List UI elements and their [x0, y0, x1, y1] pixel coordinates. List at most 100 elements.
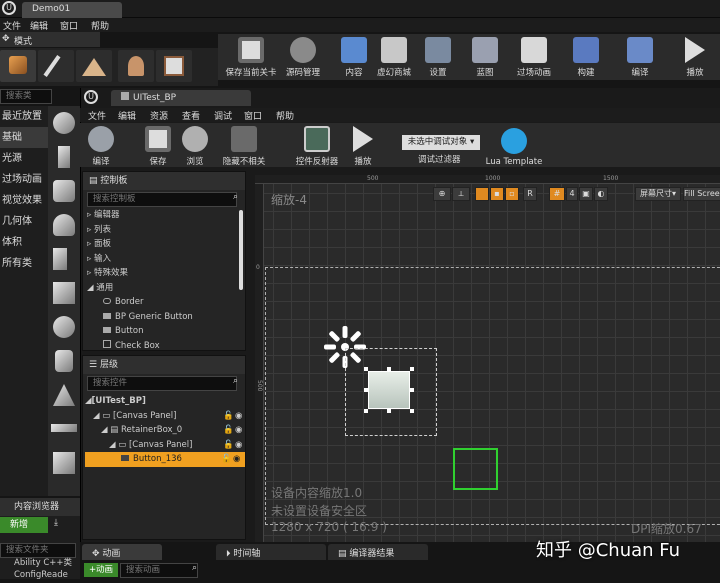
geometry-mode-icon[interactable] [156, 50, 192, 82]
selected-button-widget[interactable] [368, 371, 410, 409]
umg-play-button[interactable]: 播放 [348, 123, 378, 167]
preview-image-icon[interactable]: ▣ [579, 187, 593, 201]
visibility-eye-icon[interactable]: ◉ [233, 452, 240, 467]
compile-button[interactable]: 编译 [626, 34, 654, 78]
tab-compiler-results[interactable]: ▤ 编译器结果 [328, 544, 428, 560]
palette-category[interactable]: ◢ 通用 [87, 281, 237, 296]
palette-item[interactable]: Check Box [87, 339, 237, 354]
screen-size-dropdown[interactable]: 屏幕尺寸▾ [635, 187, 681, 201]
widget-reflector-button[interactable]: 控件反射器 [294, 123, 340, 167]
category-volumes[interactable]: 体积 [0, 232, 48, 253]
resize-handle[interactable] [387, 409, 391, 413]
cube-actor-icon[interactable] [53, 112, 75, 134]
plane-actor-icon[interactable] [51, 424, 77, 432]
fill-screen-dropdown[interactable]: Fill Screen [683, 187, 720, 201]
play-button[interactable]: 播放 [680, 34, 710, 78]
build-button[interactable]: 构建 [572, 34, 600, 78]
landscape-mode-icon[interactable] [76, 50, 112, 82]
trigger-box-icon[interactable] [53, 452, 75, 474]
paint-mode-icon[interactable] [38, 50, 74, 82]
resize-handle[interactable] [410, 367, 414, 371]
lua-template-button[interactable]: Lua Template [484, 123, 544, 167]
select-mode-icon[interactable]: ⊕ [433, 187, 451, 201]
umg-menu-help[interactable]: 帮助 [276, 109, 294, 122]
tree-node-root[interactable]: ◢[UITest_BP] [85, 394, 245, 409]
category-lights[interactable]: 光源 [0, 148, 48, 169]
project-tab[interactable]: Demo01 [22, 2, 122, 18]
box-actor-icon[interactable] [53, 282, 75, 304]
resize-handle[interactable] [410, 409, 414, 413]
tree-node-canvas-panel[interactable]: ◢ ▭ [Canvas Panel] 🔓 ◉ [85, 409, 245, 424]
tree-node-button-selected[interactable]: Button_136 🔓 ◉ [85, 452, 245, 467]
lock-icon[interactable]: 🔓 [223, 438, 234, 453]
menu-help[interactable]: 帮助 [91, 19, 109, 32]
umg-menu-asset[interactable]: 资源 [150, 109, 168, 122]
animation-search-input[interactable]: 搜索动画 [120, 563, 198, 578]
lock-snap-icon[interactable]: ▪ [490, 187, 504, 201]
save-level-button[interactable]: 保存当前关卡 [222, 34, 280, 78]
umg-browse-button[interactable]: 浏览 [180, 123, 210, 167]
point-light-icon[interactable] [53, 214, 75, 236]
cylinder-actor-icon[interactable] [55, 350, 73, 372]
content-item[interactable]: ConfigReade [14, 568, 80, 583]
modes-search-input[interactable]: 搜索类 [0, 89, 52, 104]
category-cinematic[interactable]: 过场动画 [0, 169, 48, 190]
import-icon[interactable]: ⤓ [54, 518, 68, 532]
hide-unrelated-button[interactable]: 隐藏不相关 [222, 123, 266, 167]
category-recent[interactable]: 最近放置 [0, 106, 48, 127]
umg-menu-file[interactable]: 文件 [88, 109, 106, 122]
umg-menu-debug[interactable]: 调试 [214, 109, 232, 122]
localization-icon[interactable]: ◐ [594, 187, 608, 201]
tree-node-canvas-panel[interactable]: ◢ ▭ [Canvas Panel] 🔓 ◉ [85, 438, 245, 453]
green-outline-widget[interactable] [453, 448, 498, 490]
marketplace-button[interactable]: 虚幻商城 [374, 34, 414, 78]
transform-mode-icon[interactable]: ⟂ [452, 187, 470, 201]
menu-window[interactable]: 窗口 [60, 19, 78, 32]
tab-animations[interactable]: ✥ 动画 [82, 544, 162, 560]
menu-edit[interactable]: 编辑 [30, 19, 48, 32]
new-button[interactable]: 新增 [0, 517, 48, 533]
category-basic[interactable]: 基础 [0, 127, 48, 148]
visibility-eye-icon[interactable]: ◉ [235, 438, 242, 453]
lock-icon[interactable]: 🔓 [221, 452, 232, 467]
player-start-icon[interactable] [53, 248, 67, 270]
resize-handle[interactable] [364, 367, 368, 371]
grid-snap-icon[interactable] [475, 187, 489, 201]
category-visual-effects[interactable]: 视觉效果 [0, 190, 48, 211]
umg-save-button[interactable]: 保存 [144, 123, 172, 167]
resize-handle[interactable] [364, 388, 368, 392]
resize-handle[interactable] [364, 409, 368, 413]
foliage-mode-icon[interactable] [118, 50, 154, 82]
palette-category[interactable]: ▹ 面板 [87, 237, 237, 252]
respect-locks-button[interactable]: R [523, 187, 537, 201]
lock-icon[interactable]: 🔓 [223, 423, 234, 438]
resize-handle[interactable] [387, 367, 391, 371]
hierarchy-search-input[interactable]: 搜索控件 [87, 376, 237, 391]
palette-category[interactable]: ▹ 输入 [87, 252, 237, 267]
sphere-actor-icon[interactable] [53, 316, 75, 338]
tree-node-retainer-box[interactable]: ◢ ▤ RetainerBox_0 🔓 ◉ [85, 423, 245, 438]
category-all-classes[interactable]: 所有类 [0, 253, 48, 274]
visibility-eye-icon[interactable]: ◉ [235, 423, 242, 438]
character-actor-icon[interactable] [58, 146, 70, 168]
umg-compile-button[interactable]: 编译 [86, 123, 116, 167]
palette-item[interactable]: BP Generic Button [87, 310, 237, 325]
category-geometry[interactable]: 几何体 [0, 211, 48, 232]
palette-scrollbar[interactable] [239, 210, 243, 290]
content-button[interactable]: 内容 [336, 34, 372, 78]
visibility-eye-icon[interactable]: ◉ [235, 409, 242, 424]
settings-button[interactable]: 设置 [424, 34, 452, 78]
resize-handle[interactable] [410, 388, 414, 392]
place-mode-icon[interactable] [0, 50, 36, 82]
add-animation-button[interactable]: +动画 [84, 563, 118, 577]
designer-viewport[interactable]: 缩放-4 500 1000 1500 0 500 ⊕ ⟂ ▪ ▫ R # 4 ▣… [255, 175, 720, 579]
grid-toggle-icon[interactable]: # [549, 187, 565, 201]
tab-timeline[interactable]: ⏵ 时间轴 [216, 544, 326, 560]
palette-category[interactable]: ▹ 编辑器 [87, 208, 237, 223]
umg-menu-edit[interactable]: 编辑 [118, 109, 136, 122]
umg-menu-window[interactable]: 窗口 [244, 109, 262, 122]
cinematics-button[interactable]: 过场动画 [514, 34, 554, 78]
menu-file[interactable]: 文件 [3, 19, 21, 32]
pawn-actor-icon[interactable] [53, 180, 75, 202]
palette-item[interactable]: Button [87, 324, 237, 339]
